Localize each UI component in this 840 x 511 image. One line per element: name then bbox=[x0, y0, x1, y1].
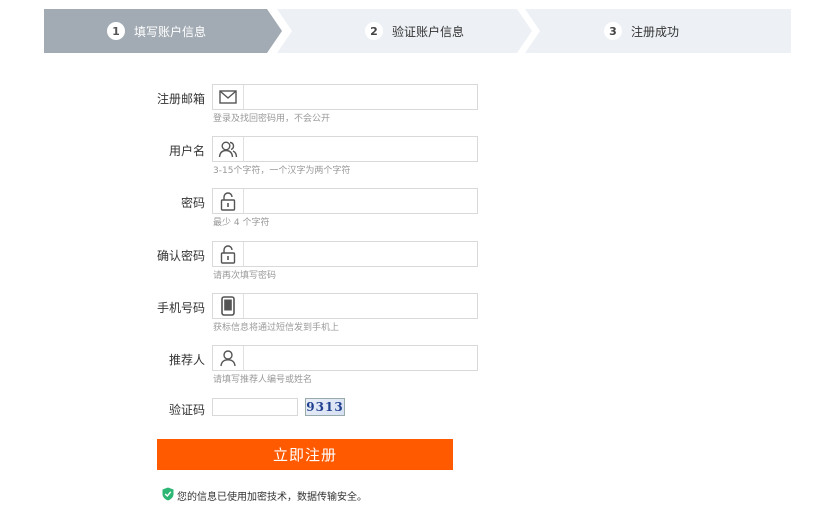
step-number: 3 bbox=[604, 22, 622, 40]
captcha-input[interactable] bbox=[212, 398, 298, 416]
progress-steps: 1 填写账户信息 2 验证账户信息 3 注册成功 bbox=[44, 9, 791, 53]
step-label: 注册成功 bbox=[631, 24, 680, 39]
step-label: 填写账户信息 bbox=[134, 24, 207, 39]
step-register-success: 3 注册成功 bbox=[525, 9, 791, 53]
phone-icon bbox=[213, 294, 244, 318]
confirm-password-hint: 请再次填写密码 bbox=[213, 271, 277, 281]
step-label: 验证账户信息 bbox=[392, 24, 465, 39]
referrer-input[interactable] bbox=[245, 347, 477, 371]
password-label: 密码 bbox=[180, 196, 205, 210]
confirm-password-field[interactable] bbox=[212, 241, 478, 267]
lock-icon bbox=[213, 242, 244, 266]
captcha-label: 验证码 bbox=[168, 403, 205, 417]
lock-icon bbox=[213, 189, 244, 213]
username-input[interactable] bbox=[245, 138, 477, 162]
user-icon bbox=[213, 346, 244, 370]
step-number: 1 bbox=[107, 22, 125, 40]
phone-input[interactable] bbox=[245, 295, 477, 319]
username-field[interactable] bbox=[212, 136, 478, 162]
step-fill-account-info: 1 填写账户信息 bbox=[44, 9, 282, 53]
phone-label: 手机号码 bbox=[156, 301, 205, 315]
shield-icon bbox=[162, 487, 174, 504]
step-number: 2 bbox=[365, 22, 383, 40]
phone-hint: 获标信息将通过短信发到手机上 bbox=[213, 323, 340, 333]
username-label: 用户名 bbox=[168, 144, 205, 158]
referrer-field[interactable] bbox=[212, 345, 478, 371]
referrer-hint: 请填写推荐人编号或姓名 bbox=[213, 375, 313, 385]
security-note-text: 您的信息已使用加密技术，数据传输安全。 bbox=[177, 492, 367, 503]
captcha-image-text: 9313 bbox=[306, 400, 344, 414]
email-field[interactable] bbox=[212, 84, 478, 110]
confirm-password-label: 确认密码 bbox=[156, 249, 205, 263]
security-note: 您的信息已使用加密技术，数据传输安全。 bbox=[162, 487, 367, 504]
password-field[interactable] bbox=[212, 188, 478, 214]
email-hint: 登录及找回密码用，不会公开 bbox=[213, 114, 331, 124]
phone-field[interactable] bbox=[212, 293, 478, 319]
mail-icon bbox=[213, 85, 244, 109]
username-hint: 3-15个字符，一个汉字为两个字符 bbox=[213, 166, 351, 176]
email-input[interactable] bbox=[245, 86, 477, 110]
register-button[interactable]: 立即注册 bbox=[157, 439, 453, 470]
captcha-image[interactable]: 9313 bbox=[305, 398, 345, 416]
referrer-label: 推荐人 bbox=[168, 353, 205, 367]
password-hint: 最少 4 个字符 bbox=[213, 218, 270, 228]
password-input[interactable] bbox=[245, 190, 477, 214]
confirm-password-input[interactable] bbox=[245, 243, 477, 267]
step-verify-account-info: 2 验证账户信息 bbox=[277, 9, 532, 53]
users-icon bbox=[213, 137, 244, 161]
email-label: 注册邮箱 bbox=[156, 92, 205, 106]
